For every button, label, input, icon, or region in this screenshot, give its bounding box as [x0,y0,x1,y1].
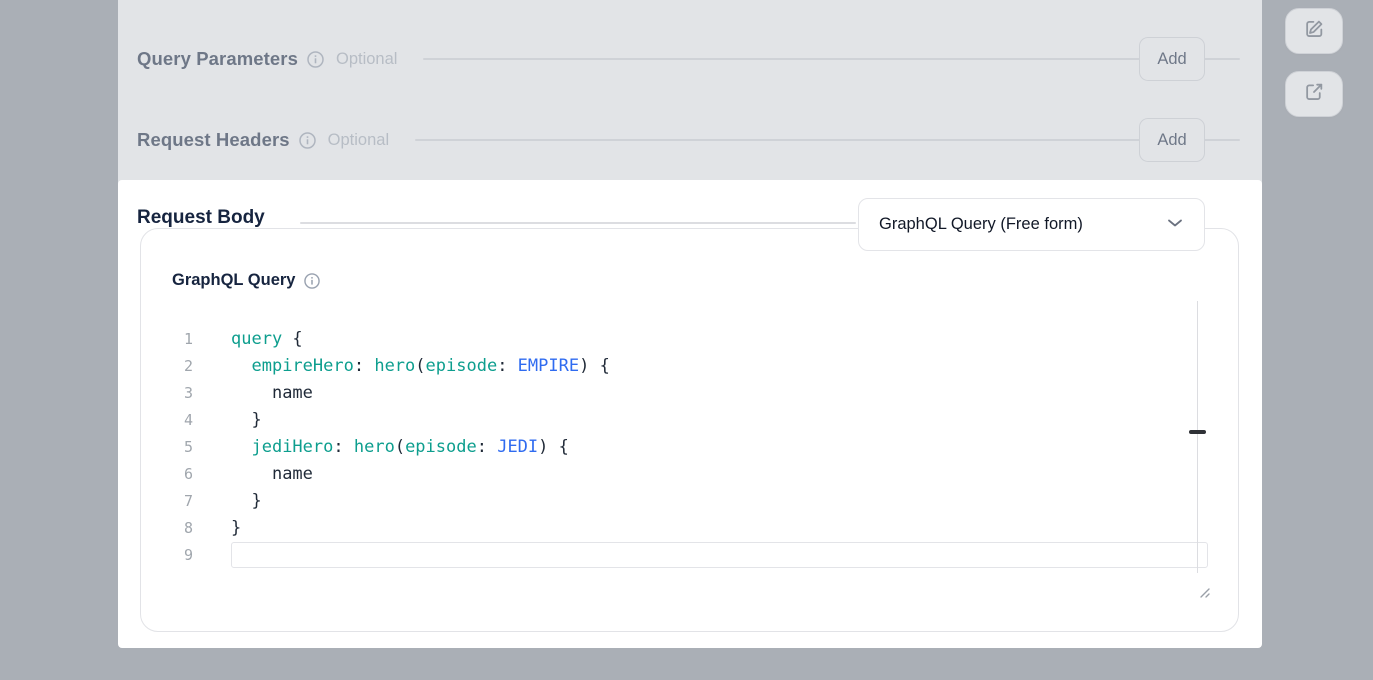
request-body-title: Request Body [137,207,265,229]
line-number: 4 [156,411,193,429]
request-headers-title: Request Headers [137,129,290,151]
code-text: name [231,464,313,484]
page: Query Parameters Optional Add Request He… [0,0,1373,680]
code-text: } [231,410,262,430]
code-line: 7 } [156,487,1208,514]
code-line: 3 name [156,379,1208,406]
code-line: 2 empireHero: hero(episode: EMPIRE) { [156,352,1208,379]
edit-icon [1304,18,1325,44]
code-lines: 1 query { 2 empireHero: hero(episode: EMPI… [156,325,1208,568]
line-number: 2 [156,357,193,375]
line-number: 6 [156,465,193,483]
line-number: 1 [156,330,193,348]
code-text: jediHero: hero(episode: JEDI) { [231,437,569,457]
divider-rule [300,222,856,224]
code-text: } [231,518,241,538]
line-number: 5 [156,438,193,456]
code-text: empireHero: hero(episode: EMPIRE) { [231,356,610,376]
graphql-query-label-row: GraphQL Query [172,271,320,290]
edit-node-button[interactable] [1285,8,1343,54]
line-number: 3 [156,384,193,402]
chevron-down-icon [1166,216,1184,234]
code-line: 6 name [156,460,1208,487]
graphql-query-label: GraphQL Query [172,271,295,290]
section-query-parameters: Query Parameters Optional Add [137,37,1262,81]
line-number: 7 [156,492,193,510]
divider-rule [415,139,1240,141]
code-text: name [231,383,313,403]
info-icon [299,132,316,149]
add-query-parameter-button[interactable]: Add [1139,37,1205,81]
active-input-line [231,542,1208,568]
graphql-code-editor[interactable]: 1 query { 2 empireHero: hero(episode: EMPI… [156,325,1208,568]
code-text: query { [231,329,303,349]
code-line: 1 query { [156,325,1208,352]
optional-label: Optional [336,50,397,69]
body-type-selected-value: GraphQL Query (Free form) [879,215,1156,234]
optional-label: Optional [328,131,389,150]
code-line: 8} [156,514,1208,541]
external-link-icon [1304,81,1325,107]
code-text: } [231,491,262,511]
query-parameters-title: Query Parameters [137,48,298,70]
info-icon [304,273,320,289]
code-line: 5 jediHero: hero(episode: JEDI) { [156,433,1208,460]
code-line: 4 } [156,406,1208,433]
info-icon [307,51,324,68]
body-type-select[interactable]: GraphQL Query (Free form) [858,198,1205,251]
request-body-section: Request Body GraphQL Query (Free form) G… [118,180,1262,648]
editor-scrollbar-thumb[interactable] [1189,430,1206,434]
graphql-query-container: GraphQL Query 1 query { 2 empireHero: hero… [140,228,1239,632]
code-line: 9 [156,541,1208,568]
line-number: 9 [156,546,193,564]
open-external-button[interactable] [1285,71,1343,117]
section-request-headers: Request Headers Optional Add [137,118,1262,162]
line-number: 8 [156,519,193,537]
divider-rule [423,58,1240,60]
editor-resize-handle[interactable] [1197,585,1211,599]
editor-scrollbar-track [1197,301,1198,573]
add-request-header-button[interactable]: Add [1139,118,1205,162]
